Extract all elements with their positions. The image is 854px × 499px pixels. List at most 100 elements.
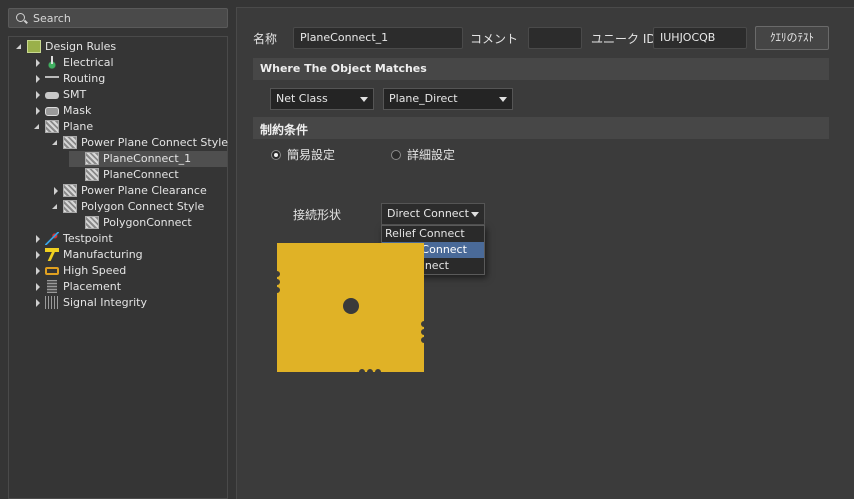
search-icon — [16, 13, 25, 22]
smt-icon — [45, 92, 59, 99]
high-speed-icon — [45, 267, 59, 275]
expand-toggle[interactable] — [33, 103, 43, 119]
plane-edge-notch — [421, 329, 427, 335]
connect-style-preview — [274, 243, 427, 375]
expand-toggle[interactable] — [51, 183, 61, 199]
rules-tree[interactable]: Design Rules Electrical Routing SMT Mask… — [8, 36, 228, 499]
tree-node-manufacturing[interactable]: Manufacturing — [33, 247, 225, 263]
radio-unselected-icon — [391, 150, 401, 160]
expand-toggle[interactable] — [33, 295, 43, 311]
collapse-toggle[interactable] — [51, 135, 61, 151]
simple-mode-label: 簡易設定 — [287, 148, 336, 162]
tree-node-label: Testpoint — [63, 232, 113, 245]
testpoint-icon — [45, 232, 59, 245]
plane-edge-notch — [367, 369, 373, 375]
rule-icon — [63, 200, 77, 213]
match-value-select[interactable]: Plane_Direct — [383, 88, 513, 110]
collapse-toggle[interactable] — [33, 119, 43, 135]
match-value-value: Plane_Direct — [389, 92, 458, 105]
tree-node-signal-integrity[interactable]: Signal Integrity — [33, 295, 225, 311]
test-query-button[interactable]: ｸｴﾘのﾃｽﾄ — [755, 26, 829, 50]
tree-node-label: SMT — [63, 88, 87, 101]
tree-node-label: Polygon Connect Style — [81, 200, 205, 213]
radio-selected-icon — [271, 150, 281, 160]
expand-toggle[interactable] — [33, 263, 43, 279]
tree-node-label: PolygonConnect — [103, 216, 192, 229]
option-relief-connect[interactable]: Relief Connect — [382, 226, 484, 242]
plane-edge-notch — [274, 279, 280, 285]
connect-style-label: 接続形状 — [293, 208, 342, 222]
constraints-header: 制約条件 — [253, 117, 829, 139]
tree-node-mask[interactable]: Mask — [33, 103, 225, 119]
plane-edge-notch — [421, 337, 427, 343]
rules-navigator: Search Design Rules Electrical Routing S… — [0, 0, 236, 499]
signal-integrity-icon — [45, 296, 59, 309]
tree-node-label: PlaneConnect_1 — [103, 152, 192, 165]
collapse-toggle[interactable] — [15, 39, 25, 55]
tree-node-planeconnect-1[interactable]: PlaneConnect_1 — [69, 151, 227, 167]
chevron-down-icon — [360, 97, 368, 102]
rule-icon — [63, 136, 77, 149]
tree-node-label: Power Plane Clearance — [81, 184, 207, 197]
tree-node-plane[interactable]: Plane — [33, 119, 225, 135]
tree-node-label: Routing — [63, 72, 106, 85]
name-label: 名称 — [253, 32, 278, 46]
connect-style-select[interactable]: Direct Connect — [381, 203, 485, 225]
tree-node-electrical[interactable]: Electrical — [33, 55, 225, 71]
plane-edge-notch — [359, 369, 365, 375]
tree-node-label: PlaneConnect — [103, 168, 179, 181]
tree-node-smt[interactable]: SMT — [33, 87, 225, 103]
advanced-mode-radio[interactable]: 詳細設定 — [391, 147, 455, 163]
design-rules-icon — [27, 40, 41, 53]
where-object-matches-header: Where The Object Matches — [253, 58, 829, 80]
unique-id-label: ユニーク ID — [591, 32, 656, 46]
collapse-toggle[interactable] — [51, 199, 61, 215]
rule-icon — [85, 216, 99, 229]
tree-node-label: Electrical — [63, 56, 114, 69]
simple-mode-radio[interactable]: 簡易設定 — [271, 147, 335, 163]
name-field[interactable]: PlaneConnect_1 — [293, 27, 463, 49]
tree-node-design-rules[interactable]: Design Rules — [15, 39, 225, 55]
tree-node-power-plane-connect-style[interactable]: Power Plane Connect Style — [51, 135, 229, 151]
expand-toggle[interactable] — [33, 279, 43, 295]
unique-id-field[interactable]: IUHJOCQB — [653, 27, 747, 49]
expand-toggle[interactable] — [33, 71, 43, 87]
plane-edge-notch — [375, 369, 381, 375]
tree-node-polygon-connect-style[interactable]: Polygon Connect Style — [51, 199, 225, 215]
expand-toggle[interactable] — [33, 231, 43, 247]
search-placeholder: Search — [33, 12, 71, 25]
rule-icon — [85, 168, 99, 181]
tree-node-label: Placement — [63, 280, 122, 293]
tree-node-label: Plane — [63, 120, 94, 133]
connect-style-value: Direct Connect — [387, 207, 469, 220]
expand-toggle[interactable] — [33, 247, 43, 263]
tree-node-label: Power Plane Connect Style — [81, 136, 229, 149]
rule-editor: 名称 PlaneConnect_1 コメント ユニーク ID IUHJOCQB … — [236, 7, 854, 499]
routing-icon — [45, 76, 59, 82]
match-type-value: Net Class — [276, 92, 328, 105]
rule-icon — [63, 184, 77, 197]
tree-node-high-speed[interactable]: High Speed — [33, 263, 225, 279]
chevron-down-icon — [499, 97, 507, 102]
plane-edge-notch — [421, 321, 427, 327]
tree-node-testpoint[interactable]: Testpoint — [33, 231, 225, 247]
tree-node-planeconnect[interactable]: PlaneConnect — [69, 167, 225, 183]
search-field[interactable]: Search — [8, 8, 228, 28]
match-type-select[interactable]: Net Class — [270, 88, 374, 110]
plane-icon — [45, 120, 59, 133]
expand-toggle[interactable] — [33, 87, 43, 103]
tree-node-label: Mask — [63, 104, 92, 117]
tree-node-power-plane-clearance[interactable]: Power Plane Clearance — [51, 183, 225, 199]
comment-field[interactable] — [528, 27, 582, 49]
comment-label: コメント — [470, 32, 519, 46]
tree-node-placement[interactable]: Placement — [33, 279, 225, 295]
tree-node-polygonconnect[interactable]: PolygonConnect — [69, 215, 225, 231]
tree-node-label: Signal Integrity — [63, 296, 147, 309]
advanced-mode-label: 詳細設定 — [407, 148, 456, 162]
chevron-down-icon — [471, 212, 479, 217]
via-pad — [343, 298, 359, 314]
tree-node-routing[interactable]: Routing — [33, 71, 225, 87]
electrical-icon — [45, 56, 59, 69]
expand-toggle[interactable] — [33, 55, 43, 71]
plane-edge-notch — [274, 287, 280, 293]
